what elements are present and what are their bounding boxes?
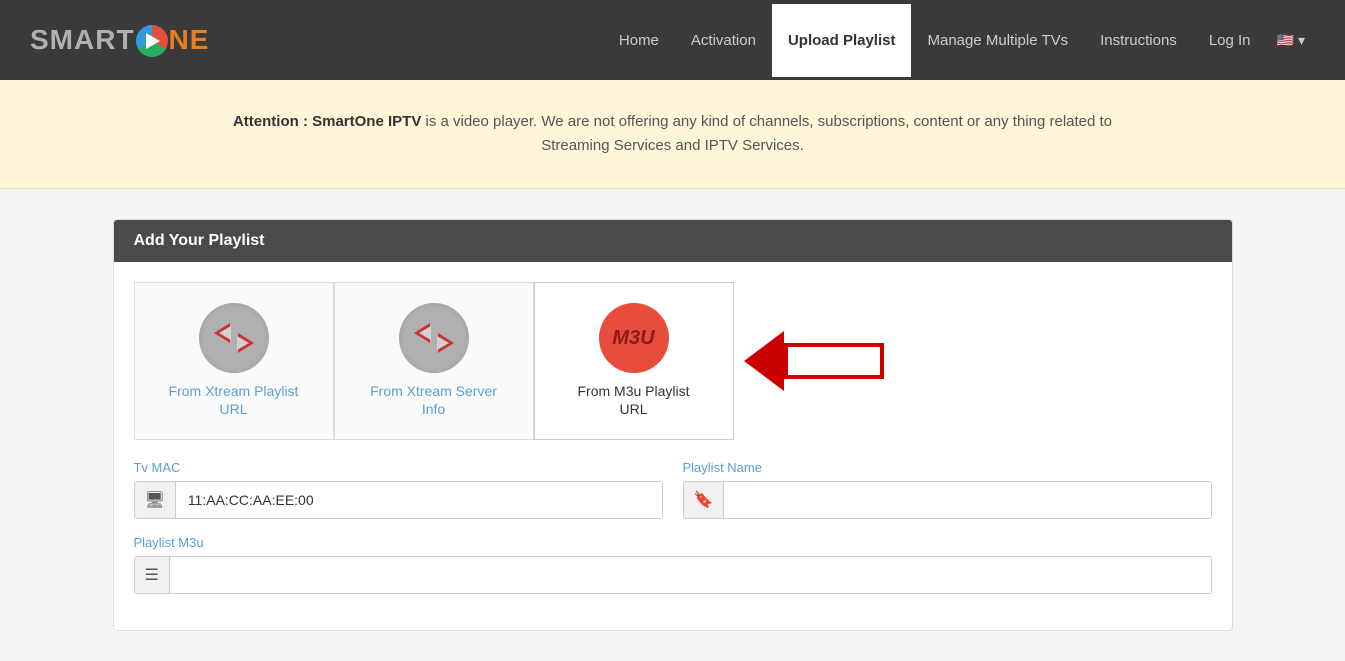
tv-mac-icon: 🖥 [135, 482, 176, 518]
pointing-arrow [744, 331, 884, 391]
playlist-name-group: Playlist Name 🔖 [683, 460, 1212, 519]
logo-icon [136, 25, 168, 57]
playlist-card-header: Add Your Playlist [114, 220, 1232, 262]
logo-ne: NE [169, 24, 210, 55]
nav-links: Home Activation Upload Playlist Manage M… [603, 4, 1315, 77]
tv-mac-group: Tv MAC 🖥 [134, 460, 663, 519]
chevron-down-icon: ▾ [1298, 32, 1305, 49]
playlist-name-icon: 🔖 [684, 482, 725, 518]
nav-upload-playlist[interactable]: Upload Playlist [772, 4, 912, 77]
playlist-m3u-input-wrap: ☰ [134, 556, 1212, 594]
nav-home[interactable]: Home [603, 4, 675, 77]
nav-login[interactable]: Log In [1193, 4, 1267, 77]
m3u-icon: M3U [599, 303, 669, 373]
playlist-name-input-wrap: 🔖 [683, 481, 1212, 519]
logo-smart: SMART [30, 24, 135, 55]
language-selector[interactable]: 🇺🇸 ▾ [1267, 4, 1315, 77]
tv-mac-input[interactable] [176, 482, 662, 518]
banner-body: is a video player. We are not offering a… [421, 113, 1112, 154]
banner-brand: SmartOne IPTV [312, 113, 421, 130]
playlist-card: Add Your Playlist From Xtream Playlist U… [113, 219, 1233, 631]
flag-icon: 🇺🇸 [1277, 32, 1294, 49]
tv-mac-input-wrap: 🖥 [134, 481, 663, 519]
attention-banner: Attention : SmartOne IPTV is a video pla… [0, 80, 1345, 189]
xtream-server-icon [399, 303, 469, 373]
tab-m3u-url[interactable]: M3U From M3u Playlist URL [534, 282, 734, 440]
form-row-m3u: Playlist M3u ☰ [134, 535, 1212, 594]
tab-xtream-url[interactable]: From Xtream Playlist URL [134, 282, 334, 440]
playlist-name-label: Playlist Name [683, 460, 1212, 475]
banner-prefix: Attention : [233, 113, 312, 130]
playlist-m3u-input[interactable] [170, 557, 1211, 593]
logo: SMART NE [30, 24, 209, 57]
m3u-tab-wrapper: M3U From M3u Playlist URL [534, 282, 884, 440]
xtream-url-icon [199, 303, 269, 373]
main-content: Add Your Playlist From Xtream Playlist U… [0, 189, 1345, 661]
banner-text: Attention : SmartOne IPTV is a video pla… [223, 110, 1123, 158]
playlist-card-body: From Xtream Playlist URL From Xtream Ser… [114, 262, 1232, 630]
tv-mac-label: Tv MAC [134, 460, 663, 475]
nav-manage-tvs[interactable]: Manage Multiple TVs [911, 4, 1084, 77]
navbar: SMART NE Home Activation Upload Playlist… [0, 0, 1345, 80]
tab-xtream-server[interactable]: From Xtream Server Info [334, 282, 534, 440]
playlist-m3u-icon: ☰ [135, 557, 170, 593]
playlist-name-input[interactable] [724, 482, 1210, 518]
nav-activation[interactable]: Activation [675, 4, 772, 77]
playlist-m3u-group: Playlist M3u ☰ [134, 535, 1212, 594]
tab-xtream-url-label: From Xtream Playlist URL [169, 383, 299, 417]
form-row-mac-name: Tv MAC 🖥 Playlist Name 🔖 [134, 460, 1212, 519]
nav-instructions[interactable]: Instructions [1084, 4, 1193, 77]
tab-xtream-server-label: From Xtream Server Info [370, 383, 497, 417]
tab-m3u-url-label: From M3u Playlist URL [577, 383, 689, 417]
playlist-m3u-label: Playlist M3u [134, 535, 1212, 550]
m3u-badge: M3U [612, 327, 654, 350]
